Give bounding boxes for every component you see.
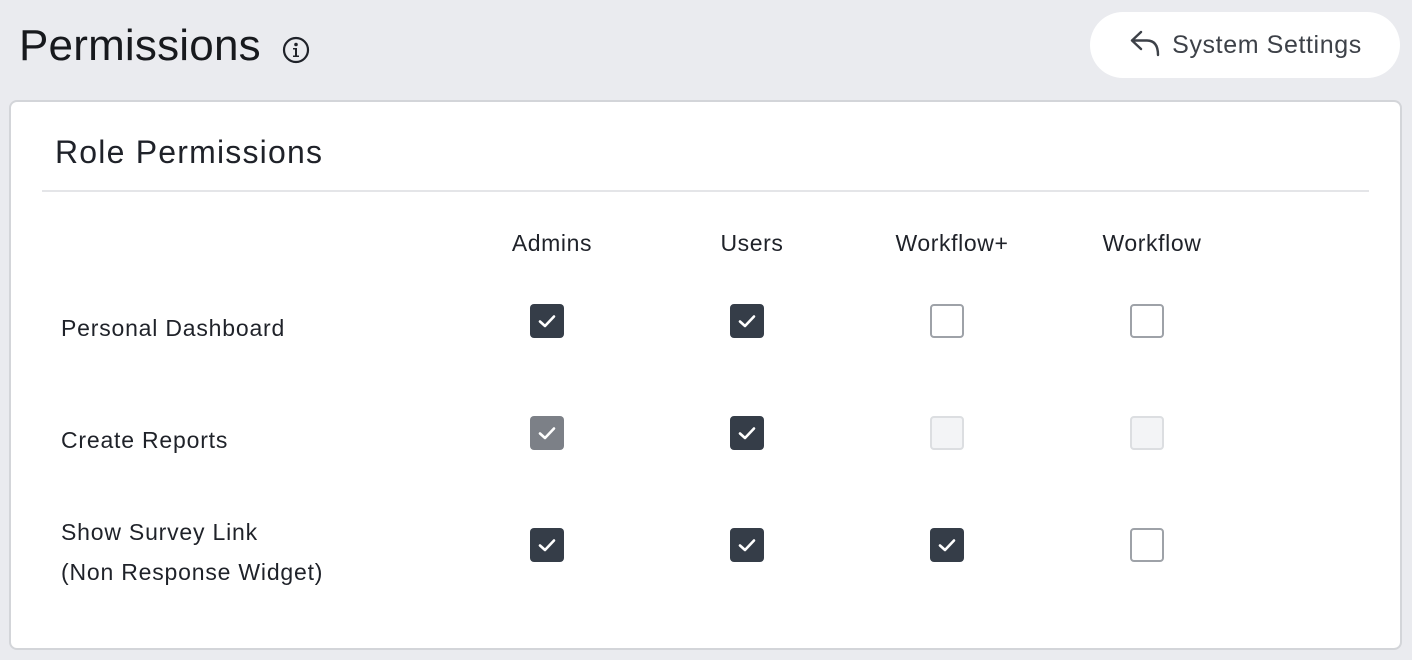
page-title: Permissions bbox=[19, 21, 261, 70]
checkbox-create-reports-workflow-plus bbox=[930, 416, 964, 450]
column-header-admins: Admins bbox=[511, 230, 593, 256]
checkbox-show-survey-link-admins[interactable] bbox=[530, 528, 564, 562]
info-circle-icon[interactable] bbox=[282, 36, 310, 64]
checkbox-create-reports-admins bbox=[530, 416, 564, 450]
row-label-line: Create Reports bbox=[61, 427, 229, 453]
card-title: Role Permissions bbox=[55, 134, 324, 170]
column-header-users: Users bbox=[720, 230, 784, 256]
column-header-workflow: Workflow bbox=[1102, 230, 1202, 256]
row-label-create-reports: Create Reports bbox=[61, 420, 228, 460]
checkbox-show-survey-link-workflow-plus[interactable] bbox=[930, 528, 964, 562]
checkbox-create-reports-users[interactable] bbox=[730, 416, 764, 450]
row-label-show-survey-link: Show Survey Link (Non Response Widget) bbox=[61, 512, 323, 592]
system-settings-label: System Settings bbox=[1172, 30, 1362, 59]
card-divider bbox=[42, 190, 1369, 192]
row-label-line: (Non Response Widget) bbox=[61, 559, 324, 585]
checkbox-show-survey-link-workflow[interactable] bbox=[1130, 528, 1164, 562]
row-label-personal-dashboard: Personal Dashboard bbox=[61, 308, 285, 348]
row-label-line: Show Survey Link bbox=[61, 519, 258, 545]
role-permissions-card: Role Permissions Admins Users Workflow+ … bbox=[9, 100, 1402, 650]
page-header: Permissions System Settings bbox=[0, 0, 1412, 100]
reply-arrow-icon bbox=[1128, 28, 1162, 58]
system-settings-button[interactable]: System Settings bbox=[1090, 12, 1400, 78]
row-label-line: Personal Dashboard bbox=[61, 315, 286, 341]
checkbox-personal-dashboard-workflow-plus[interactable] bbox=[930, 304, 964, 338]
checkbox-personal-dashboard-users[interactable] bbox=[730, 304, 764, 338]
checkbox-personal-dashboard-workflow[interactable] bbox=[1130, 304, 1164, 338]
checkbox-show-survey-link-users[interactable] bbox=[730, 528, 764, 562]
checkbox-create-reports-workflow bbox=[1130, 416, 1164, 450]
checkbox-personal-dashboard-admins[interactable] bbox=[530, 304, 564, 338]
column-header-workflow-plus: Workflow+ bbox=[895, 230, 1009, 256]
